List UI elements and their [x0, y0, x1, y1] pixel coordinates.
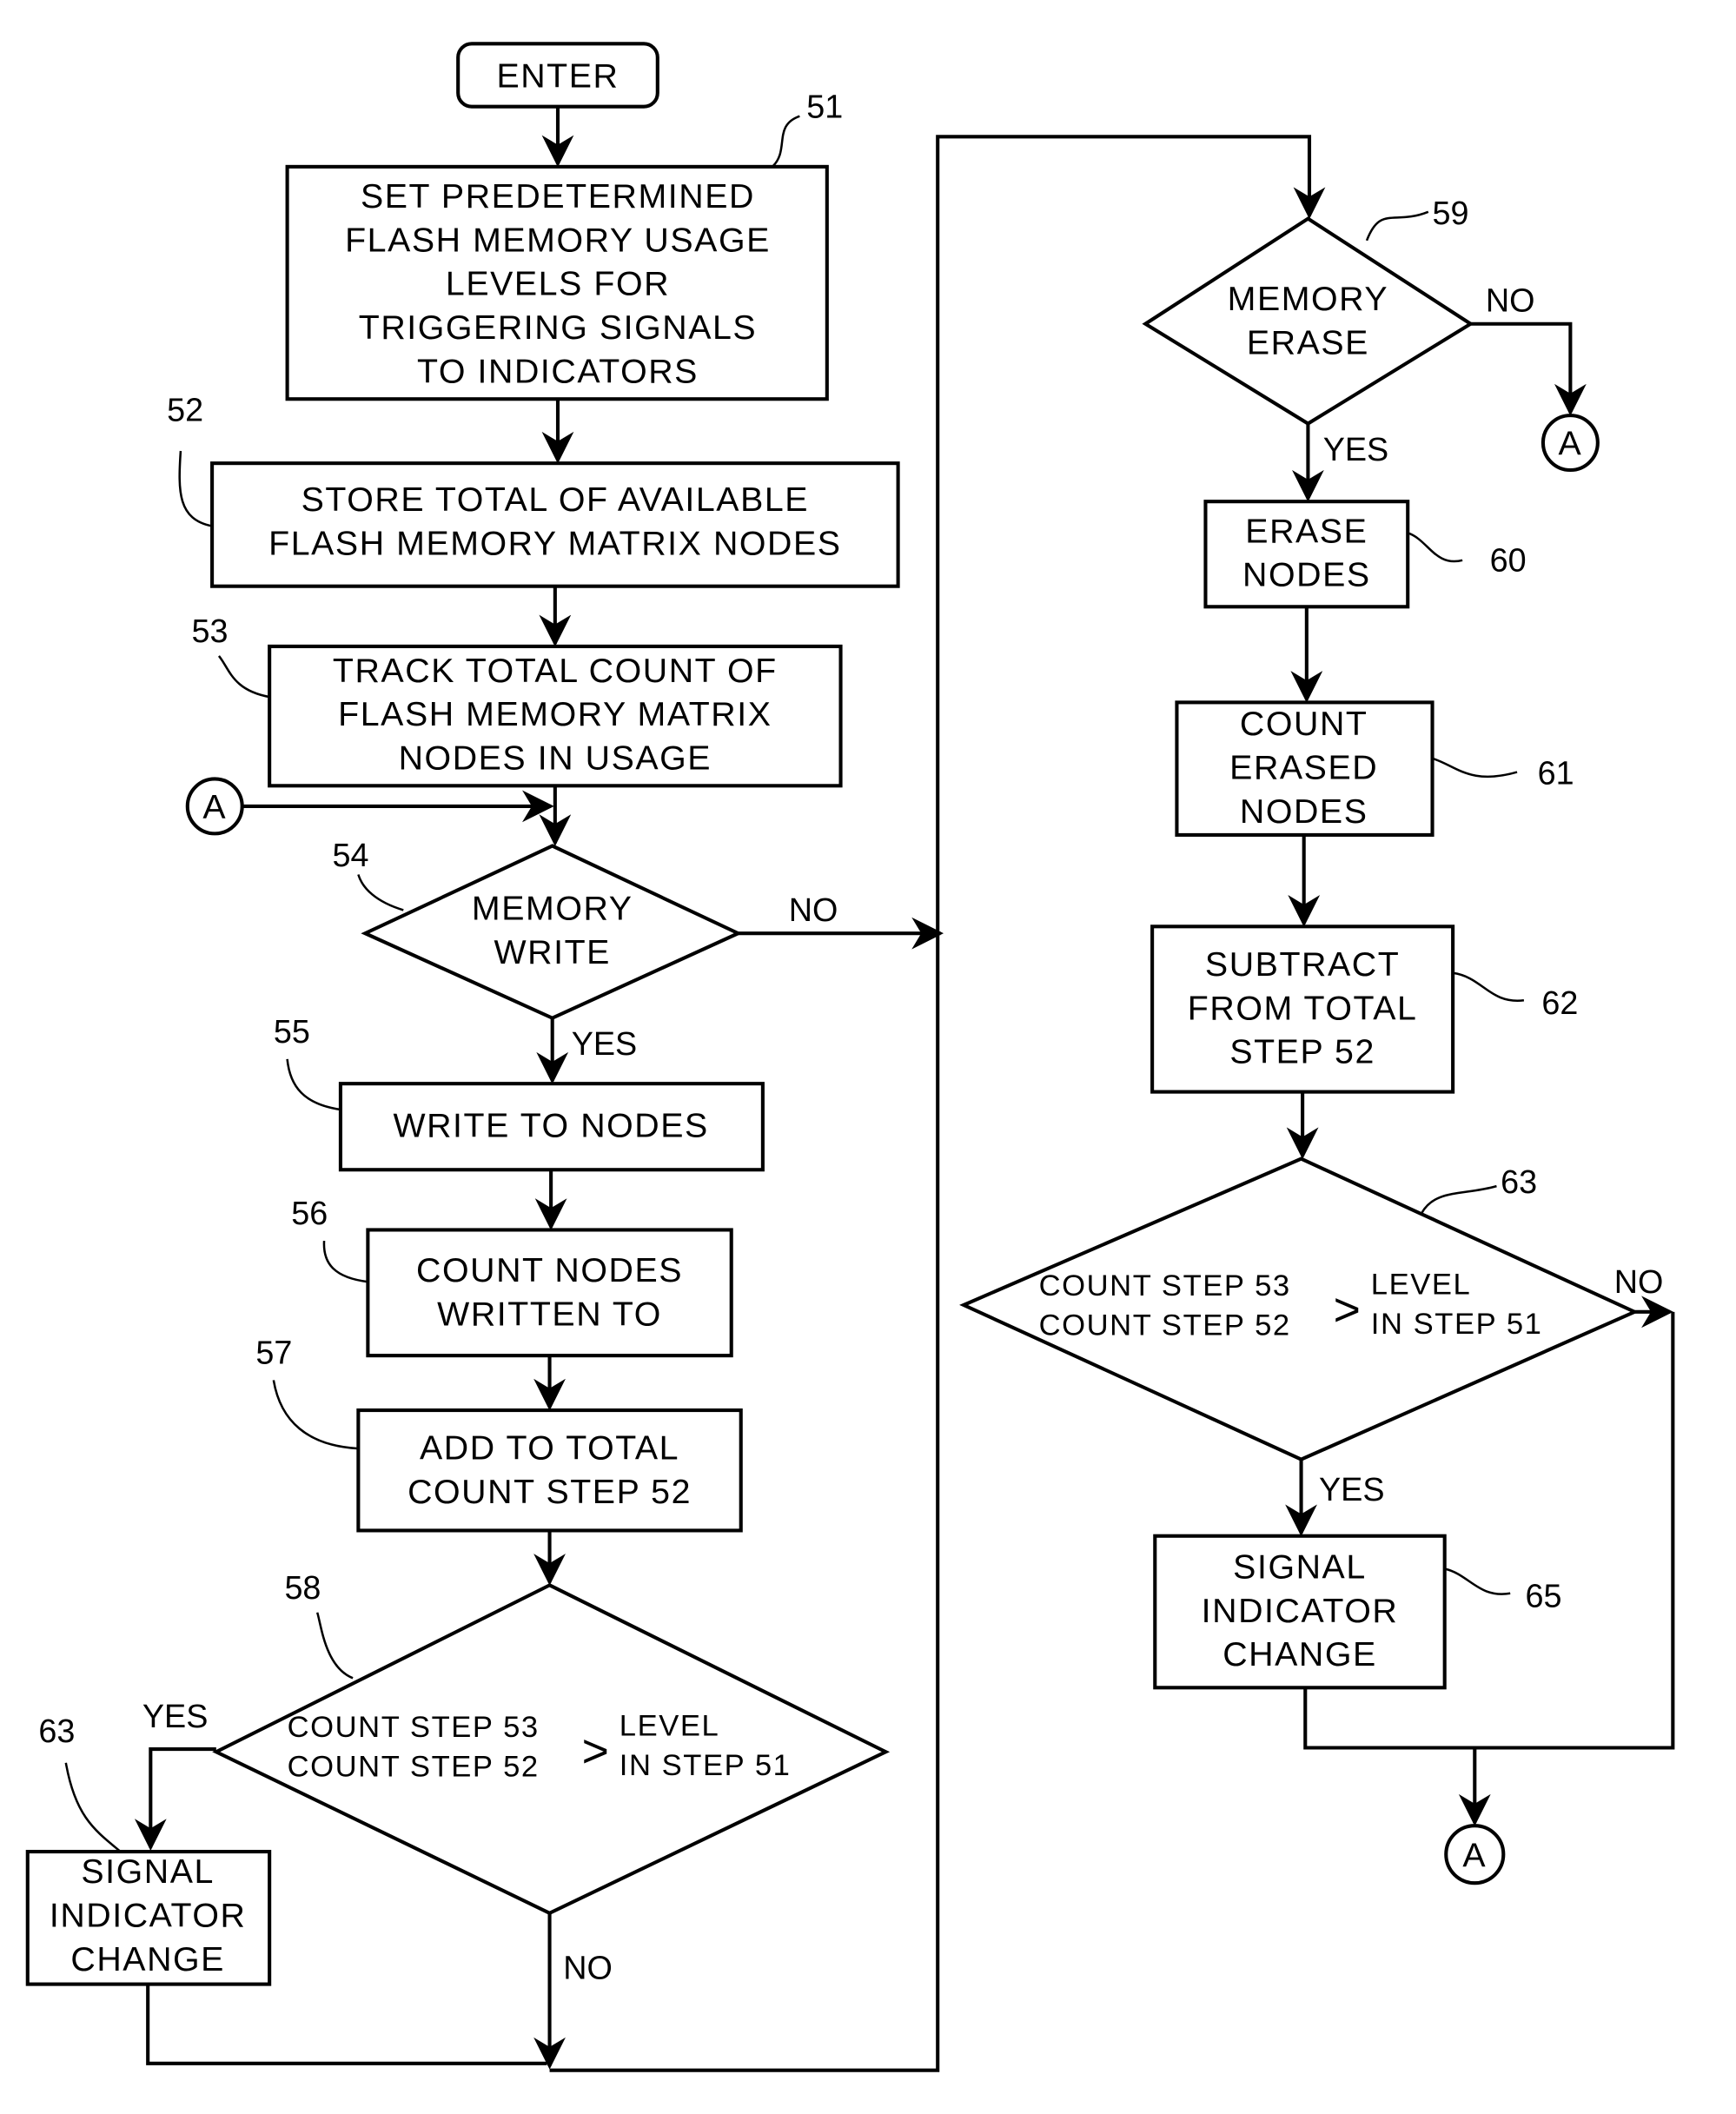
step-60-text: ERASE	[1245, 512, 1368, 550]
decision-54-text: MEMORY	[472, 889, 633, 927]
decision-58-text: COUNT STEP 52	[288, 1751, 540, 1784]
step-61-text: COUNT	[1240, 705, 1368, 743]
leader-line	[772, 115, 800, 168]
decision-59-text: MEMORY	[1228, 280, 1389, 318]
decision-54-text: WRITE	[494, 933, 610, 971]
ref-57: 57	[255, 1335, 292, 1371]
decision-54	[361, 844, 743, 1020]
yes-label: YES	[1323, 431, 1389, 467]
step-52-text: FLASH MEMORY MATRIX NODES	[268, 525, 841, 563]
step-56-box	[366, 1228, 733, 1358]
step-53-text: FLASH MEMORY MATRIX	[338, 695, 772, 733]
leader-line	[357, 874, 404, 911]
flowchart: ENTER SET PREDETERMINED FLASH MEMORY USA…	[25, 42, 1675, 2072]
leader-line	[315, 1612, 354, 1680]
ref-61: 61	[1538, 755, 1574, 792]
greater-than-symbol: >	[582, 1726, 611, 1778]
step-57-text: COUNT STEP 52	[407, 1473, 692, 1511]
ref-59: 59	[1433, 195, 1469, 231]
leader-line	[272, 1380, 359, 1450]
step-56-text: COUNT NODES	[416, 1251, 683, 1289]
decision-58-text: LEVEL	[620, 1709, 720, 1742]
step-60-text: NODES	[1242, 556, 1371, 594]
no-label: NO	[563, 1949, 613, 1985]
step-65-text: CHANGE	[1222, 1635, 1377, 1673]
decision-58-text: IN STEP 51	[620, 1749, 792, 1782]
step-53-text: NODES IN USAGE	[399, 739, 712, 777]
leader-line	[286, 1058, 341, 1111]
leader-line	[1407, 532, 1463, 563]
connector-a-label: A	[1462, 1836, 1487, 1874]
decision-63-text: LEVEL	[1371, 1268, 1472, 1301]
ref-65: 65	[1525, 1578, 1561, 1614]
step-65-text: SIGNAL	[1233, 1547, 1367, 1586]
step-51-text: SET PREDETERMINED	[361, 177, 755, 215]
step-63-text: CHANGE	[70, 1940, 225, 1978]
ref-63-left: 63	[38, 1713, 75, 1749]
decision-63-text: COUNT STEP 53	[1039, 1269, 1291, 1302]
no-label: NO	[1486, 282, 1535, 319]
step-51-text: LEVELS FOR	[446, 265, 670, 303]
leader-line	[217, 655, 270, 699]
step-61-text: NODES	[1240, 792, 1368, 831]
leader-line	[1432, 757, 1518, 779]
leader-line	[178, 450, 213, 527]
yes-label: YES	[1319, 1471, 1385, 1508]
yes-label: YES	[142, 1698, 209, 1734]
ref-53: 53	[192, 613, 229, 649]
step-62-text: SUBTRACT	[1205, 945, 1400, 984]
step-65-text: INDICATOR	[1202, 1592, 1399, 1630]
arrow	[1470, 321, 1587, 416]
leader-line	[64, 1762, 122, 1853]
step-52-text: STORE TOTAL OF AVAILABLE	[301, 480, 809, 519]
decision-63-text: IN STEP 51	[1371, 1308, 1543, 1341]
step-53-text: TRACK TOTAL COUNT OF	[333, 652, 778, 690]
ref-56: 56	[291, 1195, 328, 1231]
no-label: NO	[1614, 1263, 1664, 1300]
step-55-text: WRITE TO NODES	[393, 1107, 708, 1145]
leader-line	[1452, 971, 1525, 1002]
connector-line	[146, 1984, 547, 2065]
greater-than-symbol: >	[1334, 1285, 1362, 1336]
step-62-text: STEP 52	[1229, 1033, 1375, 1071]
ref-52: 52	[167, 391, 203, 427]
leader-line	[322, 1240, 368, 1283]
ref-58: 58	[284, 1569, 321, 1606]
ref-62: 62	[1541, 984, 1578, 1021]
leader-line	[1420, 1184, 1497, 1215]
decision-59	[1142, 216, 1474, 426]
step-51-text: TRIGGERING SIGNALS	[359, 308, 757, 347]
step-63-text: INDICATOR	[50, 1897, 247, 1935]
step-57-text: ADD TO TOTAL	[420, 1429, 679, 1468]
ref-63-right: 63	[1501, 1163, 1537, 1200]
step-51-text: FLASH MEMORY USAGE	[345, 221, 771, 259]
decision-59-text: ERASE	[1247, 323, 1369, 361]
ref-55: 55	[274, 1013, 310, 1050]
yes-label: YES	[572, 1025, 638, 1062]
connector-a-label: A	[202, 788, 227, 826]
step-61-text: ERASED	[1229, 748, 1378, 786]
start-label: ENTER	[496, 57, 619, 96]
decision-58-text: COUNT STEP 53	[288, 1711, 540, 1744]
step-63-text: SIGNAL	[81, 1852, 215, 1891]
step-51-text: TO INDICATORS	[417, 352, 699, 390]
ref-51: 51	[806, 88, 843, 124]
step-56-text: WRITTEN TO	[437, 1296, 662, 1334]
no-label: NO	[789, 891, 838, 928]
decision-63-text: COUNT STEP 52	[1039, 1309, 1291, 1342]
ref-54: 54	[332, 837, 368, 873]
step-62-text: FROM TOTAL	[1188, 989, 1418, 1027]
connector-a-label: A	[1558, 425, 1582, 463]
ref-60: 60	[1490, 541, 1527, 578]
leader-line	[1444, 1567, 1511, 1595]
leader-line	[1365, 210, 1429, 242]
arrow	[134, 1747, 216, 1851]
